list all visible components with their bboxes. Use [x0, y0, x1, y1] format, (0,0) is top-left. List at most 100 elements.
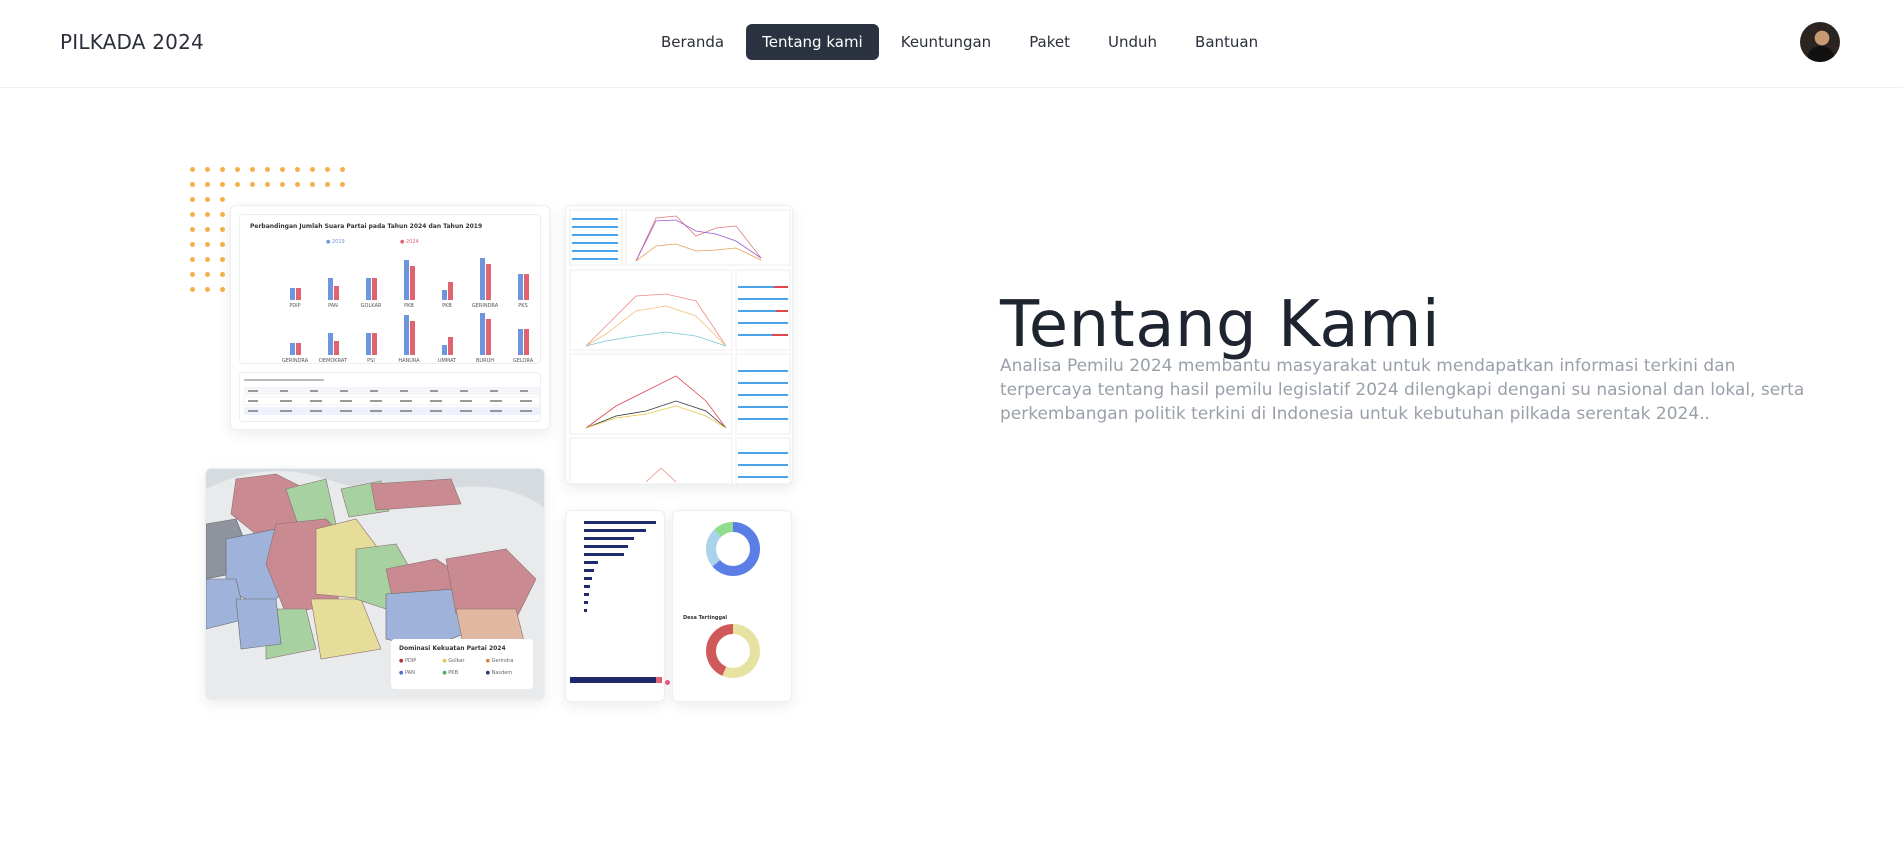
decorative-dot	[310, 167, 315, 172]
bar-category-label: DEMOKRAT	[319, 358, 348, 364]
decorative-dot	[205, 167, 210, 172]
decorative-dot	[220, 272, 225, 277]
decorative-dot	[310, 182, 315, 187]
main-nav: Beranda Tentang kami Keuntungan Paket Un…	[645, 24, 1274, 60]
bar	[366, 333, 371, 355]
bar	[334, 286, 339, 300]
decorative-dot	[250, 167, 255, 172]
bar	[480, 313, 485, 355]
map-legend: Dominasi Kekuatan Partai 2024 ● PDIP ● G…	[391, 639, 533, 689]
decorative-dot	[250, 182, 255, 187]
decorative-dot	[205, 242, 210, 247]
decorative-dot	[190, 227, 195, 232]
brand-logo-text[interactable]: PILKADA 2024	[60, 30, 204, 54]
bar	[486, 319, 491, 355]
decorative-dot	[205, 212, 210, 217]
decorative-dot	[295, 167, 300, 172]
bar	[296, 288, 301, 300]
party-map-card: Dominasi Kekuatan Partai 2024 ● PDIP ● G…	[205, 468, 545, 700]
bar	[328, 333, 333, 355]
nav-paket[interactable]: Paket	[1013, 24, 1086, 60]
legend-golkar: Golkar	[448, 658, 465, 664]
bar-category-label: GERINDRA	[282, 358, 309, 364]
decorative-dot	[280, 167, 285, 172]
bar	[442, 290, 447, 300]
decorative-dot	[340, 167, 345, 172]
bar	[524, 274, 529, 300]
donut-desa-tertinggal-title: Desa Tertinggal	[683, 615, 728, 621]
decorative-dot	[235, 167, 240, 172]
bar-category-label: GELORA	[513, 358, 534, 364]
bar	[448, 282, 453, 300]
decorative-dot	[190, 197, 195, 202]
decorative-dot	[220, 257, 225, 262]
decorative-dot	[325, 182, 330, 187]
top-navbar: PILKADA 2024 Beranda Tentang kami Keuntu…	[0, 0, 1903, 88]
legend-pdip: PDIP	[404, 658, 417, 664]
bar	[410, 321, 415, 355]
bar-category-label: PKS	[518, 303, 527, 309]
bar-category-label: PKB	[442, 303, 452, 309]
decorative-dot	[325, 167, 330, 172]
decorative-dot	[205, 257, 210, 262]
decorative-dot	[205, 227, 210, 232]
decorative-dot	[665, 680, 670, 685]
donut-chart-svg	[706, 522, 760, 678]
decorative-dot	[205, 272, 210, 277]
nav-tentang-kami[interactable]: Tentang kami	[746, 24, 879, 60]
decorative-dot	[220, 242, 225, 247]
user-avatar[interactable]	[1800, 22, 1840, 62]
bar	[518, 329, 523, 355]
decorative-dot	[265, 182, 270, 187]
decorative-dot	[205, 287, 210, 292]
bar	[442, 345, 447, 355]
bar-category-label: GOLKAR	[361, 303, 382, 309]
nav-beranda[interactable]: Beranda	[645, 24, 740, 60]
hero-section: Tentang Kami Analisa Pemilu 2024 membant…	[1000, 288, 1820, 426]
map-legend-title: Dominasi Kekuatan Partai 2024	[399, 645, 506, 652]
bar	[480, 258, 485, 300]
bar-chart-card: Perbandingan Jumlah Suara Partai pada Ta…	[230, 205, 550, 430]
dashboard-preview-collage: Perbandingan Jumlah Suara Partai pada Ta…	[185, 160, 825, 740]
page-description: Analisa Pemilu 2024 membantu masyarakat …	[1000, 356, 1805, 424]
nav-keuntungan[interactable]: Keuntungan	[885, 24, 1007, 60]
decorative-dot	[190, 212, 195, 217]
donut-chart-card: Desa Tertinggal	[672, 510, 792, 702]
bar-category-label: PSI	[367, 358, 375, 364]
legend-pan: PAN	[404, 670, 415, 676]
decorative-dot	[220, 197, 225, 202]
bar	[366, 278, 371, 300]
legend-gerindra: Gerindra	[491, 658, 514, 664]
decorative-dot	[190, 272, 195, 277]
decorative-dot	[220, 212, 225, 217]
bar-category-label: HANURA	[398, 358, 420, 364]
line-chart-card	[565, 205, 793, 485]
bar	[334, 341, 339, 355]
line-chart-svg	[569, 209, 791, 484]
decorative-dot	[190, 167, 195, 172]
nav-bantuan[interactable]: Bantuan	[1179, 24, 1274, 60]
horizontal-bar-svg	[570, 521, 662, 683]
decorative-dot	[220, 167, 225, 172]
decorative-dot	[190, 182, 195, 187]
bar-category-label: GERINDRA	[472, 303, 499, 309]
decorative-dot	[220, 182, 225, 187]
bar	[328, 278, 333, 300]
legend-pkb: PKB	[448, 670, 459, 676]
bar	[290, 343, 295, 355]
decorative-dot	[205, 182, 210, 187]
decorative-dot	[265, 167, 270, 172]
summary-table-svg	[243, 379, 541, 415]
bar-category-label: PAN	[328, 303, 338, 309]
nav-unduh[interactable]: Unduh	[1092, 24, 1173, 60]
bar	[404, 260, 409, 300]
decorative-dot	[190, 257, 195, 262]
bar	[448, 337, 453, 355]
bar-category-label: UMMAT	[438, 358, 457, 364]
page-title: Tentang Kami	[1000, 288, 1441, 362]
bar	[524, 329, 529, 355]
decorative-dot	[190, 287, 195, 292]
bar-category-label: PDIP	[289, 303, 300, 309]
bar	[410, 266, 415, 300]
bar-category-label: BURUH	[476, 358, 494, 364]
